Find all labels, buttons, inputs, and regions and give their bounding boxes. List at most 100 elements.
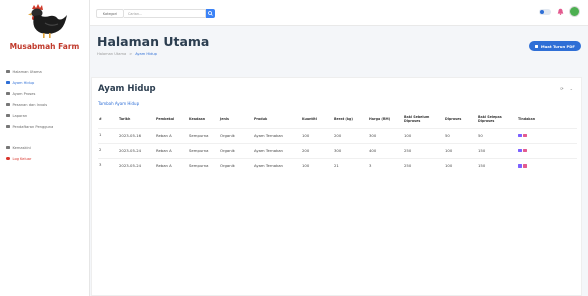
search-button[interactable]	[206, 9, 215, 18]
logout-icon	[6, 156, 10, 161]
column-header[interactable]: Berat (kg)	[333, 113, 368, 128]
row-number: 2	[98, 142, 118, 158]
cell-diproses: 100	[444, 142, 477, 158]
sidebar-item-label: Ayam Hidup	[12, 80, 35, 85]
column-header[interactable]: #	[98, 113, 118, 128]
cell-produk: Ayam Ternakan	[253, 127, 301, 143]
topbar-actions	[539, 6, 580, 17]
cell-berat: 21	[333, 157, 368, 173]
notification-icon	[557, 8, 563, 15]
cell-pembekal: Reban A	[155, 127, 188, 143]
sidebar-item-label: Ayam Proses	[12, 91, 36, 96]
cell-jenis: Organik	[219, 157, 253, 173]
cell-baki-sebelum: 250	[403, 157, 444, 173]
cell-kuantiti: 200	[301, 142, 333, 158]
sidebar-item-halaman-utama[interactable]: Halaman Utama	[0, 66, 89, 77]
cell-tarikh: 2023-05-24	[118, 157, 155, 173]
search-input[interactable]: Carian...	[124, 9, 206, 18]
download-pdf-button[interactable]: Muat Turun PDF	[528, 41, 581, 51]
cell-harga: 3	[368, 157, 403, 173]
column-header[interactable]: Diproses	[444, 113, 477, 128]
column-header[interactable]: Kuantiti	[301, 113, 333, 128]
sidebar-item-pesanan-invois[interactable]: Pesanan dan Invois	[0, 99, 89, 110]
cell-baki-selepas: 150	[477, 142, 517, 158]
column-header[interactable]: Harga (RM)	[368, 113, 403, 128]
column-header[interactable]: Pembekal	[155, 113, 188, 128]
collapse-icon[interactable]: ⌄	[570, 86, 573, 91]
user-add-icon	[6, 124, 10, 129]
download-pdf-label: Muat Turun PDF	[540, 43, 575, 49]
notification-button[interactable]	[556, 8, 564, 16]
sidebar-menu: Halaman Utama Ayam Hidup Ayam Proses Pes…	[0, 66, 89, 164]
edit-icon[interactable]	[518, 148, 522, 153]
sidebar-item-log-keluar[interactable]: Log Keluar	[0, 153, 89, 164]
sidebar: Musabmah Farm Halaman Utama Ayam Hidup A…	[0, 0, 90, 296]
row-number: 3	[98, 157, 118, 173]
sidebar-item-label: Halaman Utama	[12, 69, 42, 74]
sidebar-item-label: Laporan	[12, 113, 28, 118]
cell-produk: Ayam Ternakan	[253, 142, 301, 158]
brand[interactable]: Musabmah Farm	[0, 0, 89, 56]
table-header-row: # Tarikh Pembekal Keadaan Jenis Produk K…	[98, 113, 577, 128]
theme-toggle-icon[interactable]	[539, 8, 551, 15]
box-icon	[6, 91, 10, 96]
column-header[interactable]: Tarikh	[118, 113, 155, 128]
breadcrumb-separator: >	[129, 52, 133, 56]
cell-diproses: 100	[444, 157, 477, 173]
sidebar-item-pendaftaran-pengguna[interactable]: Pendaftaran Pengguna	[0, 121, 89, 132]
delete-icon[interactable]	[523, 133, 527, 138]
receipt-icon	[6, 102, 10, 107]
edit-icon[interactable]	[518, 164, 522, 168]
cell-tindakan	[517, 157, 577, 173]
cell-keadaan: Sempurna	[188, 157, 219, 173]
delete-icon[interactable]	[523, 164, 527, 168]
user-avatar-icon[interactable]	[569, 6, 580, 17]
topbar: Kategori Carian...	[90, 0, 588, 26]
cell-pembekal: Reban A	[155, 142, 188, 158]
column-header[interactable]: Jenis	[219, 113, 253, 128]
cell-baki-selepas: 150	[477, 157, 517, 173]
breadcrumb-home[interactable]: Halaman Utama	[97, 52, 126, 56]
cell-baki-sebelum: 100	[403, 127, 444, 143]
cell-harga: 300	[368, 127, 403, 143]
column-header[interactable]: Baki Sebelum Diproses	[403, 113, 444, 128]
cell-kuantiti: 100	[301, 157, 333, 173]
ayam-hidup-card: Ayam Hidup ⟳ ⌄ Tambah Ayam Hidup # Tarik…	[91, 77, 582, 296]
sidebar-item-label: Log Keluar	[12, 156, 32, 161]
delete-icon[interactable]	[523, 148, 527, 153]
brand-name: Musabmah Farm	[9, 42, 80, 51]
column-header[interactable]: Keadaan	[188, 113, 219, 128]
cell-jenis: Organik	[219, 127, 253, 143]
edit-icon[interactable]	[518, 133, 522, 138]
cell-diproses: 50	[444, 127, 477, 143]
cell-jenis: Organik	[219, 142, 253, 158]
column-header[interactable]: Baki Selepas Diproses	[477, 113, 517, 128]
search-category-select[interactable]: Kategori	[96, 9, 124, 18]
cell-kuantiti: 100	[301, 127, 333, 143]
table-row: 2 2023-05-24 Reban A Sempurna Organik Ay…	[98, 142, 577, 158]
cell-tindakan	[517, 142, 577, 158]
sidebar-item-label: Kemaskini	[12, 145, 31, 150]
search-icon	[208, 11, 213, 16]
column-header[interactable]: Produk	[253, 113, 301, 128]
cell-produk: Ayam Ternakan	[253, 157, 301, 173]
settings-icon	[6, 145, 10, 150]
cell-tarikh: 2023-05-16	[118, 127, 155, 143]
sidebar-item-laporan[interactable]: Laporan	[0, 110, 89, 121]
breadcrumb-current: Ayam Hidup	[135, 52, 157, 56]
sidebar-item-label: Pendaftaran Pengguna	[12, 124, 54, 129]
cell-tarikh: 2023-05-24	[118, 142, 155, 158]
sidebar-item-ayam-hidup[interactable]: Ayam Hidup	[0, 77, 89, 88]
cell-keadaan: Sempurna	[188, 142, 219, 158]
refresh-icon[interactable]: ⟳	[560, 86, 563, 91]
page-header: Halaman Utama Halaman Utama > Ayam Hidup	[97, 34, 209, 56]
column-header[interactable]: Tindakan	[517, 113, 577, 128]
home-icon	[6, 69, 10, 74]
add-ayam-hidup-link[interactable]: Tambah Ayam Hidup	[98, 101, 139, 106]
card-tools: ⟳ ⌄	[554, 86, 573, 91]
row-number: 1	[98, 127, 118, 143]
sidebar-item-ayam-proses[interactable]: Ayam Proses	[0, 88, 89, 99]
chicken-logo-icon	[27, 4, 67, 38]
sidebar-item-kemaskini[interactable]: Kemaskini	[0, 142, 89, 153]
ayam-hidup-table: # Tarikh Pembekal Keadaan Jenis Produk K…	[98, 113, 577, 173]
